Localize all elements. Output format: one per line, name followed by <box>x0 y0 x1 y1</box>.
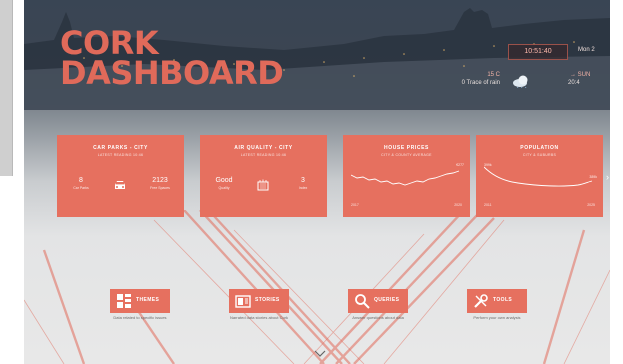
tools-label: TOOLS <box>493 297 513 303</box>
clock-display: 10:51:40 <box>508 44 568 60</box>
card-subtitle: LATEST READING 10:46 <box>240 153 287 157</box>
stat-value: 3 <box>301 177 305 184</box>
sunrise-text: → SUN <box>570 72 591 78</box>
stories-button[interactable]: STORIES <box>229 289 289 313</box>
search-icon <box>355 294 370 309</box>
title-line-2: DASHBOARD <box>60 54 284 92</box>
card-population[interactable]: POPULATION CITY & SUBURBS 399k 389k 2011… <box>476 135 603 217</box>
dashboard-stage: CORK DASHBOARD 10:51:40 Mon 2 15 C 0 Tra… <box>24 0 610 364</box>
card-title: POPULATION <box>520 145 559 151</box>
rain-text: 0 Trace of rain <box>461 80 500 86</box>
card-title: HOUSE PRICES <box>384 145 429 151</box>
card-title: CAR PARKS - CITY <box>93 145 148 151</box>
stat-label: Free Spaces <box>150 186 170 190</box>
air-index-stat: 3 Index <box>283 177 323 190</box>
stat-label: Car Parks <box>73 186 89 190</box>
decorative-streaks <box>24 210 610 364</box>
stat-label: Quality <box>218 186 230 190</box>
population-sparkline <box>484 166 593 187</box>
wrench-icon <box>474 294 488 308</box>
temperature-text: 15 C <box>487 72 500 78</box>
house-price-sparkline <box>351 170 460 186</box>
stat-value: 8 <box>79 177 83 184</box>
card-air-quality[interactable]: AIR QUALITY - CITY LATEST READING 10:46 … <box>200 135 327 217</box>
axis-end-label: 2020 <box>454 203 462 207</box>
card-subtitle: CITY & COUNTY AVERAGE <box>381 153 432 157</box>
themes-label: THEMES <box>136 297 160 303</box>
stories-description: Narrated data stories about Cork <box>229 315 289 320</box>
tools-description: Perform your own analysis <box>473 315 521 320</box>
queries-description: Answer questions about data <box>352 315 404 320</box>
cloud-icon <box>513 75 528 88</box>
card-title: AIR QUALITY - CITY <box>234 145 293 151</box>
queries-button[interactable]: QUERIES <box>348 289 408 313</box>
stat-value: Good <box>215 177 233 184</box>
queries-label: QUERIES <box>374 297 400 303</box>
card-house-prices[interactable]: HOUSE PRICES CITY & COUNTY AVERAGE €277 … <box>343 135 470 217</box>
car-icon <box>115 181 125 189</box>
stat-label: Index <box>298 186 308 190</box>
date-text: Mon 2 <box>578 47 595 53</box>
axis-end-label: 2025 <box>587 203 595 207</box>
axis-start-label: 2011 <box>484 203 492 207</box>
air-quality-stat: Good Quality <box>204 177 244 190</box>
stories-label: STORIES <box>255 297 280 303</box>
card-subtitle: CITY & SUBURBS <box>522 153 557 157</box>
themes-description: Data related to specific issues <box>113 315 167 320</box>
page-title: CORK DASHBOARD <box>60 27 320 92</box>
browser-side-strip <box>0 0 13 176</box>
car-parks-stat: 8 Car Parks <box>61 177 101 190</box>
card-subtitle: LATEST READING 10:46 <box>97 153 144 157</box>
chevron-right-icon[interactable]: › <box>606 172 610 182</box>
free-spaces-stat: 2123 Free Spaces <box>140 177 180 190</box>
building-icon <box>257 179 269 191</box>
themes-button[interactable]: THEMES <box>110 289 170 313</box>
weather-clock-widget: 10:51:40 Mon 2 15 C 0 Trace of rain → SU… <box>450 44 600 94</box>
stat-value: 2123 <box>152 177 168 184</box>
summary-cards: CAR PARKS - CITY LATEST READING 10:46 8 … <box>57 135 610 217</box>
book-icon <box>235 295 251 308</box>
tools-button[interactable]: TOOLS <box>467 289 527 313</box>
card-car-parks[interactable]: CAR PARKS - CITY LATEST READING 10:46 8 … <box>57 135 184 217</box>
chevron-down-icon[interactable] <box>314 350 326 358</box>
grid-icon <box>117 294 131 308</box>
axis-start-label: 2017 <box>351 203 359 207</box>
sunset-text: 20:4 <box>568 80 580 86</box>
